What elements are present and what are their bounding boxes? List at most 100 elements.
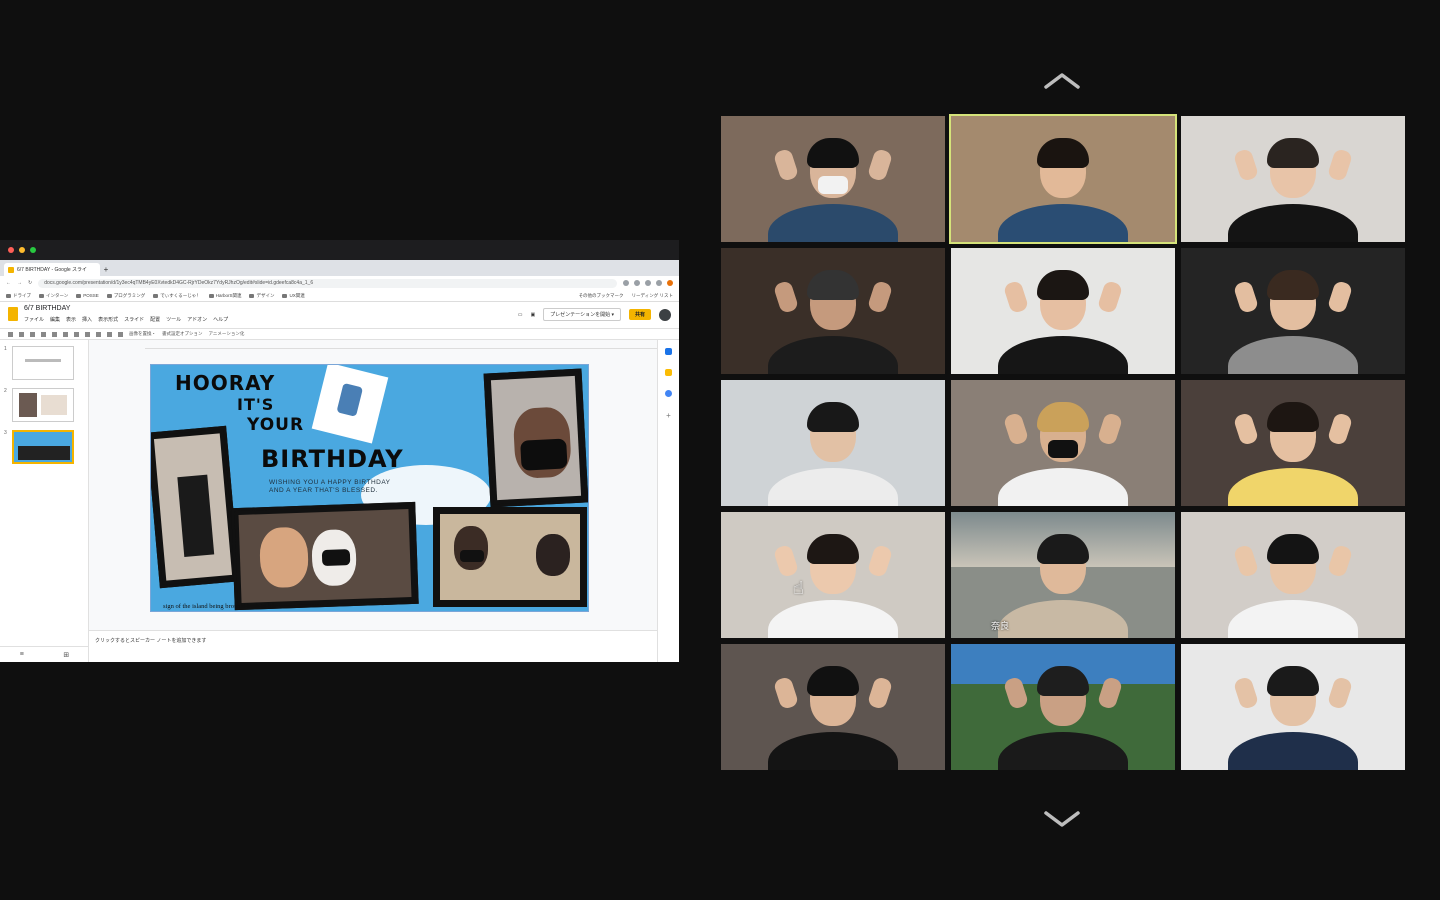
bookmark-label: HarborS関連 — [215, 292, 242, 298]
photo-frame-cafe — [433, 507, 587, 607]
menu-item[interactable]: 表示形式 — [98, 316, 118, 323]
header-actions: ▭ ▣ プレゼンテーションを開始 ▾ 共有 — [518, 308, 671, 321]
toolbar-button[interactable]: 画像を置換・ — [129, 331, 156, 337]
bookmark-item[interactable]: インターン — [39, 293, 68, 299]
thumbnail — [11, 346, 74, 380]
slide-thumbnail-1[interactable]: 1 — [4, 346, 74, 380]
shape-icon[interactable] — [96, 331, 101, 337]
menu-item[interactable]: 表示 — [66, 316, 76, 323]
side-panel: + — [657, 340, 679, 662]
menu-item[interactable]: ツール — [166, 316, 181, 323]
calendar-icon[interactable] — [665, 348, 672, 355]
bookmark-item[interactable]: その他のブックマーク — [579, 293, 624, 299]
bookmark-item[interactable]: デザイン — [249, 293, 274, 299]
participant-video-tile[interactable] — [1181, 116, 1405, 242]
editing-toolbar: 画像を置換・ 書式設定オプション アニメーション化 — [0, 328, 679, 340]
undo-icon[interactable] — [19, 331, 24, 337]
maximize-window-icon[interactable] — [30, 247, 36, 253]
face-mask — [1048, 440, 1078, 458]
participant-video-tile[interactable] — [949, 114, 1177, 244]
participant-video-tile[interactable]: 奈良 — [951, 512, 1175, 638]
new-tab-button[interactable]: + — [100, 265, 112, 274]
textbox-icon[interactable] — [74, 331, 79, 337]
slide-thumbnail-2[interactable]: 2 — [4, 388, 74, 422]
keep-icon[interactable] — [665, 369, 672, 376]
bookmark-item[interactable]: リーディング リスト — [632, 293, 673, 299]
share-button[interactable]: 共有 — [628, 309, 651, 320]
bookmark-item[interactable]: UX関連 — [282, 293, 305, 299]
menu-item[interactable]: 挿入 — [82, 316, 92, 323]
bookmark-label: POSSE — [83, 293, 99, 298]
slides-favicon-icon — [8, 266, 14, 273]
extension-icon[interactable] — [656, 280, 662, 286]
participant-video-tile[interactable] — [951, 644, 1175, 770]
extension-icon[interactable] — [645, 280, 651, 286]
reload-icon[interactable]: ↻ — [28, 280, 32, 286]
slides-logo-icon[interactable] — [8, 307, 18, 321]
bookmark-item[interactable]: POSSE — [76, 293, 99, 298]
slide-text-hooray: HOORAY — [175, 371, 276, 395]
speaker-notes[interactable]: クリックするとスピーカー ノートを追加できます — [89, 630, 657, 662]
print-icon[interactable] — [41, 331, 46, 337]
new-slide-icon[interactable] — [8, 331, 13, 337]
select-icon[interactable] — [63, 331, 68, 337]
participant-video-tile[interactable] — [1181, 512, 1405, 638]
document-title[interactable]: 6/7 BIRTHDAY — [24, 305, 228, 312]
browser-tab-slides[interactable]: 6/7 BIRTHDAY - Google スライ — [4, 263, 100, 276]
tasks-icon[interactable] — [665, 390, 672, 397]
extension-icon[interactable] — [623, 280, 629, 286]
meet-icon[interactable]: ▣ — [530, 312, 535, 318]
menu-item[interactable]: 配置 — [150, 316, 160, 323]
extension-icon[interactable] — [634, 280, 640, 286]
menu-item[interactable]: アドオン — [187, 316, 207, 323]
account-avatar[interactable] — [659, 308, 671, 321]
image-icon[interactable] — [85, 331, 90, 337]
extension-icons — [623, 280, 673, 286]
folder-icon — [153, 293, 159, 298]
participant-video-tile[interactable] — [721, 248, 945, 374]
menu-item[interactable]: 編集 — [50, 316, 60, 323]
forward-icon[interactable]: → — [17, 280, 22, 286]
participant-video-tile[interactable] — [721, 380, 945, 506]
participant-video-tile[interactable] — [1181, 644, 1405, 770]
add-addon-icon[interactable]: + — [666, 411, 671, 420]
zoom-icon[interactable] — [52, 331, 57, 337]
participant-name: 奈良 — [991, 621, 1010, 631]
bookmark-item[interactable]: でぃすくるーじゃ！ — [153, 292, 201, 299]
minimize-window-icon[interactable] — [19, 247, 25, 253]
address-bar[interactable]: docs.google.com/presentation/d/1y3ec4qTM… — [38, 278, 617, 288]
close-window-icon[interactable] — [8, 247, 14, 253]
participant-video-tile[interactable] — [951, 380, 1175, 506]
present-button[interactable]: プレゼンテーションを開始 ▾ — [543, 308, 621, 321]
redo-icon[interactable] — [30, 331, 35, 337]
crop-icon[interactable] — [118, 331, 123, 337]
toolbar-button[interactable]: 書式設定オプション — [162, 331, 203, 337]
bookmark-item[interactable]: プログラミング — [106, 293, 145, 299]
toolbar-button[interactable]: アニメーション化 — [209, 331, 245, 337]
page-up-chevron-icon[interactable] — [1042, 70, 1082, 92]
current-slide[interactable]: HOORAY IT'S YOUR BIRTHDAY WISHING YOU A … — [150, 364, 589, 612]
bookmark-item[interactable]: ドライブ — [6, 293, 31, 299]
bookmark-label: でぃすくるーじゃ！ — [160, 292, 201, 298]
editor-area: 1 2 3 ≡ ⊞ HOORAY IT'S YOUR BIRTHDAY WISH… — [0, 340, 679, 662]
filmstrip-view-icon[interactable]: ≡ — [20, 651, 24, 658]
slide-thumbnail-3[interactable]: 3 — [4, 430, 74, 464]
bookmark-item[interactable]: HarborS関連 — [208, 292, 242, 299]
page-down-chevron-icon[interactable] — [1042, 808, 1082, 830]
profile-icon[interactable] — [667, 280, 673, 286]
bookmark-label: ドライブ — [13, 292, 31, 298]
comments-icon[interactable]: ▭ — [518, 312, 523, 318]
participant-video-tile[interactable] — [951, 248, 1175, 374]
participant-video-tile[interactable] — [1181, 248, 1405, 374]
line-icon[interactable] — [107, 331, 112, 337]
menu-item[interactable]: ヘルプ — [213, 316, 228, 323]
back-icon[interactable]: ← — [6, 280, 11, 286]
window-titlebar — [0, 240, 679, 260]
participant-video-tile[interactable] — [721, 512, 945, 638]
participant-video-tile[interactable] — [1181, 380, 1405, 506]
participant-video-tile[interactable] — [721, 644, 945, 770]
menu-item[interactable]: スライド — [124, 316, 144, 323]
grid-view-icon[interactable]: ⊞ — [63, 651, 69, 659]
menu-item[interactable]: ファイル — [24, 316, 44, 323]
participant-video-tile[interactable] — [721, 116, 945, 242]
